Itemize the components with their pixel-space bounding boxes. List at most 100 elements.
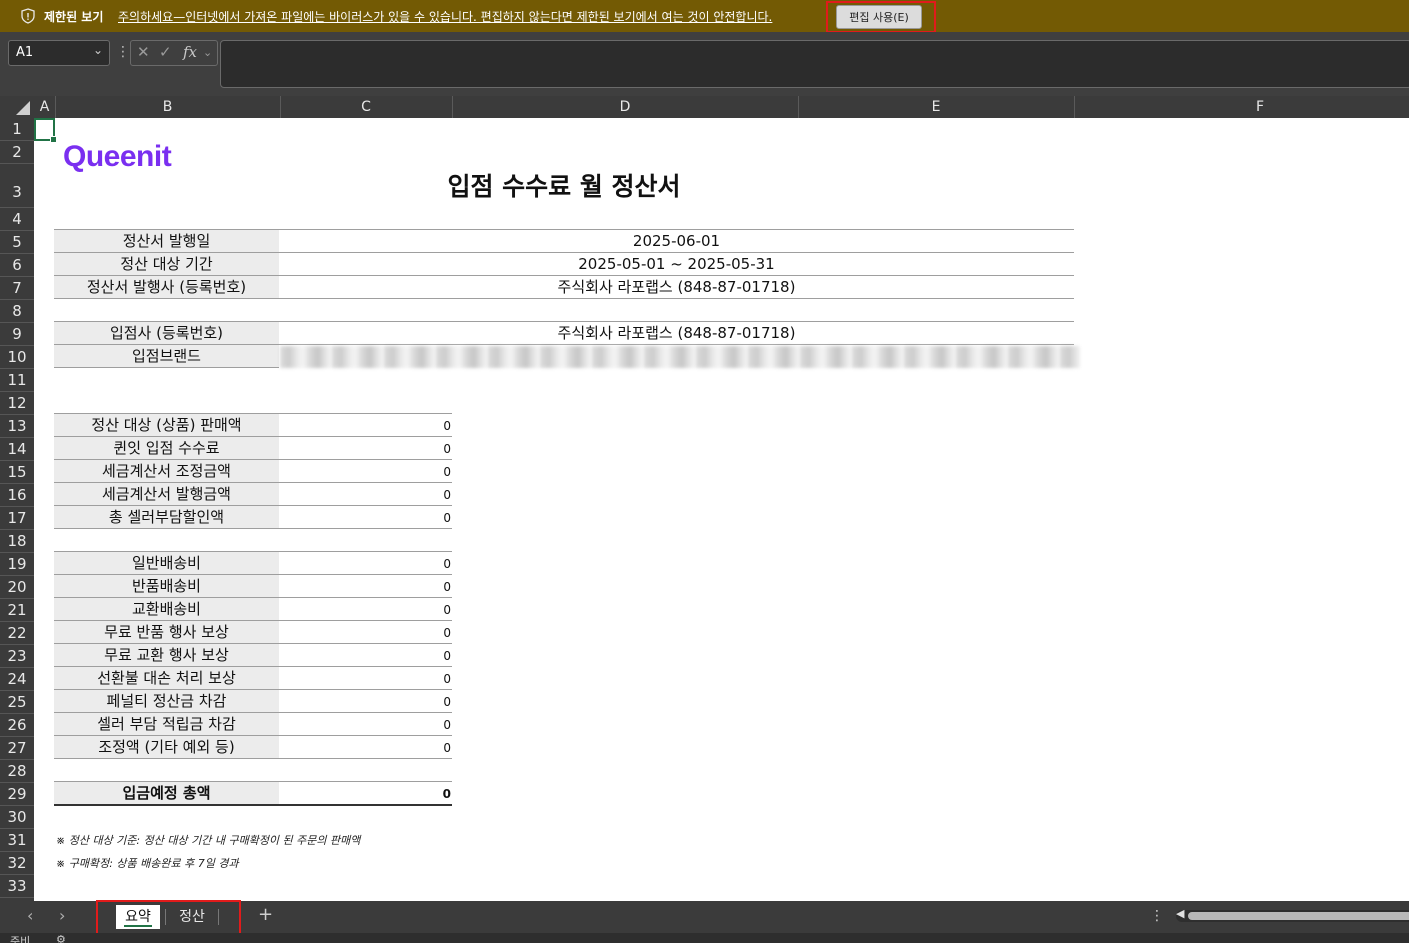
fill-handle[interactable] xyxy=(50,136,57,143)
row-header[interactable]: 29 xyxy=(0,783,34,806)
enable-editing-button[interactable]: 편집 사용(E) xyxy=(836,5,922,29)
row-header[interactable]: 22 xyxy=(0,622,34,645)
tab-label: 요약 xyxy=(125,909,151,925)
more-options-icon[interactable]: ⋮ xyxy=(116,44,130,60)
row-header[interactable]: 21 xyxy=(0,599,34,622)
row-header[interactable]: 18 xyxy=(0,530,34,553)
column-headers: A B C D E F xyxy=(0,96,1409,118)
select-all-button[interactable] xyxy=(0,96,34,118)
more-options-icon[interactable]: ⋮ xyxy=(1150,908,1164,924)
shipping-value: 0 xyxy=(443,603,451,617)
info-label: 정산 대상 기간 xyxy=(54,253,279,275)
total-label: 입금예정 총액 xyxy=(54,782,279,804)
row-header[interactable]: 33 xyxy=(0,875,34,898)
shipping-label: 일반배송비 xyxy=(54,552,279,574)
row-header[interactable]: 30 xyxy=(0,806,34,829)
shield-icon xyxy=(21,8,35,24)
row-header[interactable]: 26 xyxy=(0,714,34,737)
info-value: 주식회사 라포랩스 (848-87-01718) xyxy=(557,324,796,342)
row-header[interactable]: 10 xyxy=(0,346,34,369)
column-header-a[interactable]: A xyxy=(34,96,56,118)
column-header-b[interactable]: B xyxy=(55,96,281,118)
insert-function-icon[interactable]: fx xyxy=(183,43,197,61)
divider xyxy=(54,298,1074,299)
tab-separator xyxy=(218,909,219,925)
row-header[interactable]: 14 xyxy=(0,438,34,461)
row-header[interactable]: 19 xyxy=(0,553,34,576)
info-value: 2025-05-01 ~ 2025-05-31 xyxy=(578,255,775,273)
horizontal-scrollbar[interactable]: ◀ xyxy=(1176,907,1409,922)
protected-view-bar: 제한된 보기 주의하세요—인터넷에서 가져온 파일에는 바이러스가 있을 수 있… xyxy=(0,0,1409,32)
tab-label: 정산 xyxy=(179,909,205,925)
divider xyxy=(54,528,452,529)
formula-input[interactable] xyxy=(220,40,1409,88)
row-header[interactable]: 5 xyxy=(0,231,34,254)
row-header[interactable]: 13 xyxy=(0,415,34,438)
shipping-label: 페널티 정산금 차감 xyxy=(54,690,279,712)
divider xyxy=(54,367,279,368)
row-header[interactable]: 6 xyxy=(0,254,34,277)
column-header-f[interactable]: F xyxy=(1074,96,1409,118)
row-header[interactable]: 7 xyxy=(0,277,34,300)
chevron-down-icon[interactable]: ⌄ xyxy=(203,46,212,59)
sales-label: 세금계산서 조정금액 xyxy=(54,460,279,482)
info-label: 정산서 발행사 (등록번호) xyxy=(54,276,279,298)
info-label: 입점사 (등록번호) xyxy=(54,322,279,344)
chevron-down-icon[interactable]: ⌄ xyxy=(93,43,103,57)
shipping-label: 교환배송비 xyxy=(54,598,279,620)
row-header[interactable]: 4 xyxy=(0,208,34,231)
tab-summary[interactable]: 요약 xyxy=(116,905,160,929)
shipping-label: 선환불 대손 처리 보상 xyxy=(54,667,279,689)
row-header[interactable]: 1 xyxy=(0,118,34,141)
next-sheet-icon[interactable]: › xyxy=(59,906,65,925)
status-ready: 준비 xyxy=(10,935,31,943)
protected-view-message[interactable]: 주의하세요—인터넷에서 가져온 파일에는 바이러스가 있을 수 있습니다. 편집… xyxy=(118,8,772,25)
row-header[interactable]: 27 xyxy=(0,737,34,760)
shipping-label: 무료 교환 행사 보상 xyxy=(54,644,279,666)
tab-settlement[interactable]: 정산 xyxy=(170,905,214,929)
row-header[interactable]: 16 xyxy=(0,484,34,507)
row-header[interactable]: 31 xyxy=(0,829,34,852)
footnote: ※ 구매확정: 상품 배송완료 후 7일 경과 xyxy=(56,857,239,870)
shipping-value: 0 xyxy=(443,741,451,755)
row-header[interactable]: 15 xyxy=(0,461,34,484)
shipping-value: 0 xyxy=(443,626,451,640)
row-header[interactable]: 32 xyxy=(0,852,34,875)
name-box-value: A1 xyxy=(16,45,34,60)
sales-label: 세금계산서 발행금액 xyxy=(54,483,279,505)
column-header-c[interactable]: C xyxy=(280,96,453,118)
row-header[interactable]: 25 xyxy=(0,691,34,714)
active-cell-a1[interactable] xyxy=(34,118,57,143)
row-header[interactable]: 11 xyxy=(0,369,34,392)
row-header[interactable]: 20 xyxy=(0,576,34,599)
shipping-value: 0 xyxy=(443,580,451,594)
row-header[interactable]: 28 xyxy=(0,760,34,783)
row-header[interactable]: 23 xyxy=(0,645,34,668)
add-sheet-icon[interactable]: + xyxy=(258,904,273,925)
confirm-icon[interactable]: ✓ xyxy=(159,43,172,61)
shipping-value: 0 xyxy=(443,672,451,686)
total-value: 0 xyxy=(442,787,451,801)
shipping-value: 0 xyxy=(443,649,451,663)
row-header[interactable]: 24 xyxy=(0,668,34,691)
column-header-d[interactable]: D xyxy=(452,96,799,118)
row-header[interactable]: 17 xyxy=(0,507,34,530)
previous-sheet-icon[interactable]: ‹ xyxy=(27,906,33,925)
row-header[interactable]: 2 xyxy=(0,141,34,164)
column-header-e[interactable]: E xyxy=(798,96,1075,118)
status-bar: 준비 ⚙ xyxy=(0,933,1409,943)
cancel-icon[interactable]: ✕ xyxy=(137,43,150,61)
row-header[interactable]: 9 xyxy=(0,323,34,346)
shipping-value: 0 xyxy=(443,557,451,571)
scrollbar-thumb[interactable] xyxy=(1188,912,1409,920)
accessibility-icon[interactable]: ⚙ xyxy=(56,933,66,943)
sheet-tab-bar: ‹ › 요약 정산 + ⋮ ◀ xyxy=(0,901,1409,933)
divider xyxy=(54,758,452,759)
scroll-left-icon[interactable]: ◀ xyxy=(1176,907,1184,920)
name-box[interactable]: A1 ⌄ xyxy=(8,40,110,66)
row-header[interactable]: 12 xyxy=(0,392,34,415)
row-header[interactable]: 3 xyxy=(0,164,34,208)
sales-value: 0 xyxy=(443,511,451,525)
worksheet[interactable]: Queenit 입점 수수료 월 정산서 정산서 발행일 2025-06-01 … xyxy=(34,118,1409,901)
row-header[interactable]: 8 xyxy=(0,300,34,323)
